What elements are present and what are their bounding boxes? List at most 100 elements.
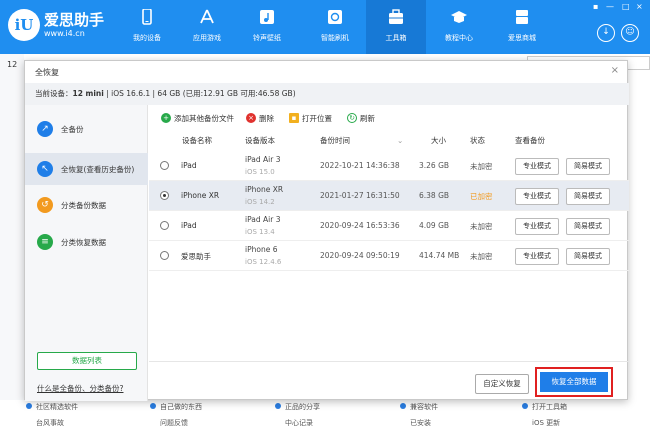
toolbox-icon (389, 9, 403, 24)
table-row[interactable]: iPad iPad Air 3 iOS 15.0 2022-10-21 14:3… (149, 151, 629, 181)
tool-label[interactable]: 社区精选软件 (36, 402, 78, 412)
plus-icon: + (161, 113, 171, 123)
folder-icon: ▪ (289, 113, 299, 123)
full-restore-dialog: 全恢复 × 当前设备：12 mini | iOS 16.6.1 | 64 GB … (24, 60, 629, 401)
status-cell: 已加密 (470, 192, 493, 201)
open-location-button[interactable]: ▪ 打开位置 (289, 113, 332, 124)
delete-button[interactable]: × 删除 (246, 113, 274, 124)
nav-ringtones[interactable]: 铃声壁纸 (237, 0, 297, 54)
app-name: 爱思助手 (44, 11, 105, 29)
restore-all-button[interactable]: 恢复全部数据 (540, 372, 608, 392)
column-header-view: 查看备份 (515, 136, 545, 145)
app-logo: iU (8, 9, 40, 41)
download-icon[interactable]: ↓ (597, 24, 615, 42)
tool-icon (522, 403, 528, 409)
sidebar-item-label: 全备份 (61, 125, 84, 134)
restore-icon: ↖ (37, 161, 53, 177)
model-cell: iPad Air 3 (245, 215, 281, 224)
refresh-icon: ↻ (347, 113, 357, 123)
simple-mode-button[interactable]: 简易模式 (566, 248, 610, 265)
open-location-label: 打开位置 (302, 114, 332, 123)
ios-cell: iOS 15.0 (245, 168, 275, 176)
device-name: 12 mini (72, 89, 104, 98)
minimize-button[interactable]: — (606, 3, 614, 11)
nav-label: 铃声壁纸 (253, 34, 281, 42)
nav-tutorials[interactable]: 教程中心 (429, 0, 489, 54)
model-cell: iPhone XR (245, 185, 284, 194)
simple-mode-button[interactable]: 简易模式 (566, 188, 610, 205)
sidebar-item-full-backup[interactable]: ↗ 全备份 (25, 113, 148, 145)
device-name-cell: iPad (181, 221, 197, 230)
menu-icon[interactable]: ▪ (593, 3, 598, 11)
column-header-status: 状态 (470, 136, 485, 145)
data-list-button[interactable]: 数据列表 (37, 352, 137, 370)
tool-label[interactable]: 自己做的东西 (160, 402, 202, 412)
nav-my-device[interactable]: 我的设备 (117, 0, 177, 54)
sidebar-item-label: 分类恢复数据 (61, 238, 106, 247)
tool-label[interactable]: 正品的分享 (285, 402, 320, 412)
pro-mode-button[interactable]: 专业模式 (515, 218, 559, 235)
dialog-close-button[interactable]: × (611, 65, 619, 76)
tool-label[interactable]: 已安装 (410, 418, 431, 428)
sidebar-item-full-restore[interactable]: ↖ 全恢复(查看历史备份) (25, 153, 148, 185)
pro-mode-button[interactable]: 专业模式 (515, 188, 559, 205)
close-window-button[interactable]: × (636, 3, 643, 11)
column-header-time[interactable]: 备份时间 (320, 131, 350, 151)
maximize-button[interactable]: □ (622, 3, 630, 11)
time-cell: 2021-01-27 16:31:50 (320, 191, 400, 200)
user-icon[interactable]: ☺ (621, 24, 639, 42)
ios-cell: iOS 14.2 (245, 198, 275, 206)
nav-label: 爱思商城 (508, 34, 536, 42)
simple-mode-button[interactable]: 简易模式 (566, 158, 610, 175)
status-cell: 未加密 (470, 222, 493, 231)
nav-apps[interactable]: 应用游戏 (177, 0, 237, 54)
background-toolbox-grid: 社区精选软件 自己做的东西 正品的分享 兼容软件 打开工具箱 台风事故 问题反馈… (0, 400, 650, 429)
delete-icon: × (246, 113, 256, 123)
table-row[interactable]: 爱思助手 iPhone 6 iOS 12.4.6 2020-09-24 09:5… (149, 241, 629, 271)
footer-divider (149, 361, 629, 362)
table-row[interactable]: iPhone XR iPhone XR iOS 14.2 2021-01-27 … (149, 181, 629, 211)
size-cell: 6.38 GB (419, 191, 450, 200)
tool-label[interactable]: 兼容软件 (410, 402, 438, 412)
device-name-cell: 爱思助手 (181, 252, 211, 261)
status-cell: 未加密 (470, 162, 493, 171)
device-label: 当前设备： (35, 89, 73, 98)
status-cell: 未加密 (470, 252, 493, 261)
tool-icon (400, 403, 406, 409)
pro-mode-button[interactable]: 专业模式 (515, 248, 559, 265)
simple-mode-button[interactable]: 简易模式 (566, 218, 610, 235)
refresh-label: 刷新 (360, 114, 375, 123)
tool-label[interactable]: 打开工具箱 (532, 402, 567, 412)
refresh-button[interactable]: ↻ 刷新 (347, 113, 375, 124)
tool-label[interactable]: iOS 更新 (532, 418, 560, 428)
custom-restore-button[interactable]: 自定义恢复 (475, 374, 529, 394)
nav-store[interactable]: 爱思商城 (492, 0, 552, 54)
app-site: www.i4.cn (44, 29, 85, 38)
delete-label: 删除 (259, 114, 274, 123)
sort-chevron-icon[interactable]: ⌄ (397, 131, 403, 151)
background-sidebar (0, 54, 24, 429)
sidebar-item-category-backup[interactable]: ↺ 分类备份数据 (25, 189, 148, 221)
tool-icon (275, 403, 281, 409)
add-backup-button[interactable]: + 添加其他备份文件 (161, 113, 234, 124)
row-radio[interactable] (160, 161, 169, 170)
table-row[interactable]: iPad iPad Air 3 iOS 13.4 2020-09-24 16:5… (149, 211, 629, 241)
row-radio[interactable] (160, 251, 169, 260)
row-radio[interactable] (160, 191, 169, 200)
time-cell: 2022-10-21 14:36:38 (320, 161, 400, 170)
nav-label: 教程中心 (445, 34, 473, 42)
size-cell: 414.74 MB (419, 251, 460, 260)
pro-mode-button[interactable]: 专业模式 (515, 158, 559, 175)
sidebar-item-category-restore[interactable]: ≡ 分类恢复数据 (25, 226, 148, 258)
tool-label[interactable]: 中心记录 (285, 418, 313, 428)
tool-label[interactable]: 台风事故 (36, 418, 64, 428)
tool-label[interactable]: 问题反馈 (160, 418, 188, 428)
column-header-name: 设备名称 (182, 136, 212, 145)
row-radio[interactable] (160, 221, 169, 230)
nav-flash[interactable]: 智能刷机 (305, 0, 365, 54)
size-cell: 4.09 GB (419, 221, 450, 230)
nav-toolbox[interactable]: 工具箱 (366, 0, 426, 54)
nav-label: 我的设备 (133, 34, 161, 42)
size-cell: 3.26 GB (419, 161, 450, 170)
help-link[interactable]: 什么是全备份、分类备份? (37, 383, 123, 394)
